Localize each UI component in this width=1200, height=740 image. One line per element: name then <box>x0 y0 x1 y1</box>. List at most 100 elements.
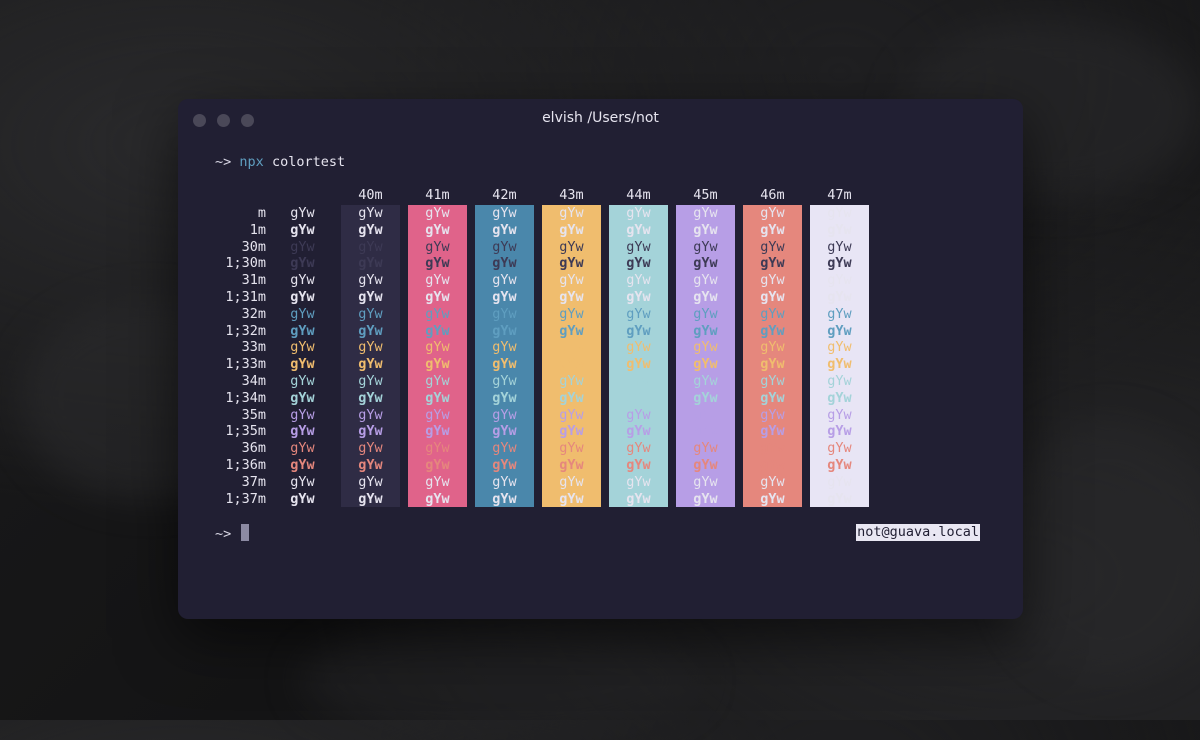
sample-cell: gYw <box>358 289 383 305</box>
column-header: 45m <box>693 187 718 203</box>
sample-cell: gYw <box>626 305 651 322</box>
hostname-badge: not@guava.local <box>856 524 980 541</box>
command-program: npx <box>239 154 264 170</box>
sample-cell: gYw <box>492 339 517 356</box>
sample-cell: gYw <box>559 490 584 507</box>
sample-cell: gYw <box>626 490 651 507</box>
sample-cell: gYw <box>626 423 651 440</box>
row-label: 1;35m <box>225 423 266 440</box>
sample-cell: gYw <box>425 238 450 255</box>
sample-cell: gYw <box>827 272 852 289</box>
sample-cell: gYw <box>425 339 450 356</box>
sample-cell: gYw <box>425 322 450 339</box>
sample-cell: gYw <box>626 457 651 473</box>
row-label: 36m <box>241 440 266 457</box>
sample-cell: gYw <box>626 389 651 406</box>
sample-cell: gYw <box>693 255 718 272</box>
column-header: 43m <box>559 187 584 203</box>
sample-cell: gYw <box>693 406 718 423</box>
column-header: 41m <box>425 187 450 203</box>
sample-cell: gYw <box>626 238 651 255</box>
sample-cell: gYw <box>760 473 785 490</box>
sample-cell: gYw <box>626 373 651 389</box>
input-line[interactable]: ~> <box>215 524 250 543</box>
sample-cell: gYw <box>290 289 315 305</box>
sample-cell: gYw <box>492 221 517 238</box>
prompt-symbol: ~> <box>215 526 232 542</box>
sample-cell: gYw <box>425 373 450 389</box>
sample-cell: gYw <box>760 305 785 322</box>
prompt-symbol: ~> <box>215 154 232 170</box>
sample-cell: gYw <box>693 440 718 457</box>
sample-cell: gYw <box>358 221 383 238</box>
sample-cell: gYw <box>358 339 383 356</box>
sample-cell: gYw <box>559 221 584 238</box>
sample-cell: gYw <box>693 373 718 389</box>
sample-cell: gYw <box>358 356 383 373</box>
sample-cell: gYw <box>290 423 315 440</box>
sample-cell: gYw <box>760 490 785 507</box>
row-label: 35m <box>241 406 266 423</box>
row-label: 1;31m <box>225 289 266 305</box>
sample-cell: gYw <box>827 440 852 457</box>
sample-cell: gYw <box>559 322 584 339</box>
sample-cell: gYw <box>492 440 517 457</box>
sample-cell: gYw <box>626 289 651 305</box>
sample-cell: gYw <box>559 389 584 406</box>
row-label: 33m <box>241 339 266 356</box>
sample-cell: gYw <box>827 356 852 373</box>
sample-cell: gYw <box>693 238 718 255</box>
sample-cell: gYw <box>827 221 852 238</box>
sample-cell: gYw <box>827 457 852 473</box>
sample-cell: gYw <box>290 255 315 272</box>
sample-cell: gYw <box>827 490 852 507</box>
sample-cell: gYw <box>827 423 852 440</box>
sample-cell: gYw <box>425 205 450 221</box>
sample-cell: gYw <box>358 423 383 440</box>
sample-cell: gYw <box>290 322 315 339</box>
sample-cell: gYw <box>358 205 383 221</box>
sample-cell: gYw <box>827 289 852 305</box>
sample-cell: gYw <box>827 373 852 389</box>
sample-cell: gYw <box>290 440 315 457</box>
sample-cell: gYw <box>492 490 517 507</box>
sample-cell: gYw <box>693 305 718 322</box>
sample-cell: gYw <box>358 473 383 490</box>
sample-cell: gYw <box>827 389 852 406</box>
sample-cell: gYw <box>425 457 450 473</box>
sample-cell: gYw <box>760 221 785 238</box>
sample-cell: gYw <box>760 238 785 255</box>
terminal-output[interactable]: ~> npx colortest 40m 41m 42m 43m 44m 45m 46m 47… <box>178 99 1023 619</box>
sample-cell: gYw <box>358 373 383 389</box>
sample-cell: gYw <box>492 238 517 255</box>
sample-cell: gYw <box>626 473 651 490</box>
sample-cell: gYw <box>290 457 315 473</box>
sample-cell: gYw <box>760 389 785 406</box>
sample-cell: gYw <box>425 490 450 507</box>
sample-cell: gYw <box>760 322 785 339</box>
sample-cell: gYw <box>492 423 517 440</box>
sample-cell: gYw <box>626 356 651 373</box>
row-label: m <box>257 205 266 221</box>
sample-cell: gYw <box>290 221 315 238</box>
sample-cell: gYw <box>290 473 315 490</box>
sample-cell: gYw <box>693 473 718 490</box>
command-line: ~> npx colortest <box>215 154 345 171</box>
sample-cell: gYw <box>358 457 383 473</box>
sample-cell: gYw <box>693 356 718 373</box>
sample-cell: gYw <box>693 457 718 473</box>
column-header: 42m <box>492 187 517 203</box>
sample-cell: gYw <box>693 322 718 339</box>
sample-cell: gYw <box>492 255 517 272</box>
sample-cell: gYw <box>492 272 517 289</box>
sample-cell: gYw <box>492 389 517 406</box>
sample-cell: gYw <box>827 255 852 272</box>
sample-cell: gYw <box>760 205 785 221</box>
sample-cell: gYw <box>760 289 785 305</box>
sample-cell: gYw <box>492 473 517 490</box>
row-label: 1;36m <box>225 457 266 473</box>
sample-cell: gYw <box>290 490 315 507</box>
sample-cell: gYw <box>425 305 450 322</box>
sample-cell: gYw <box>425 406 450 423</box>
sample-cell: gYw <box>626 205 651 221</box>
